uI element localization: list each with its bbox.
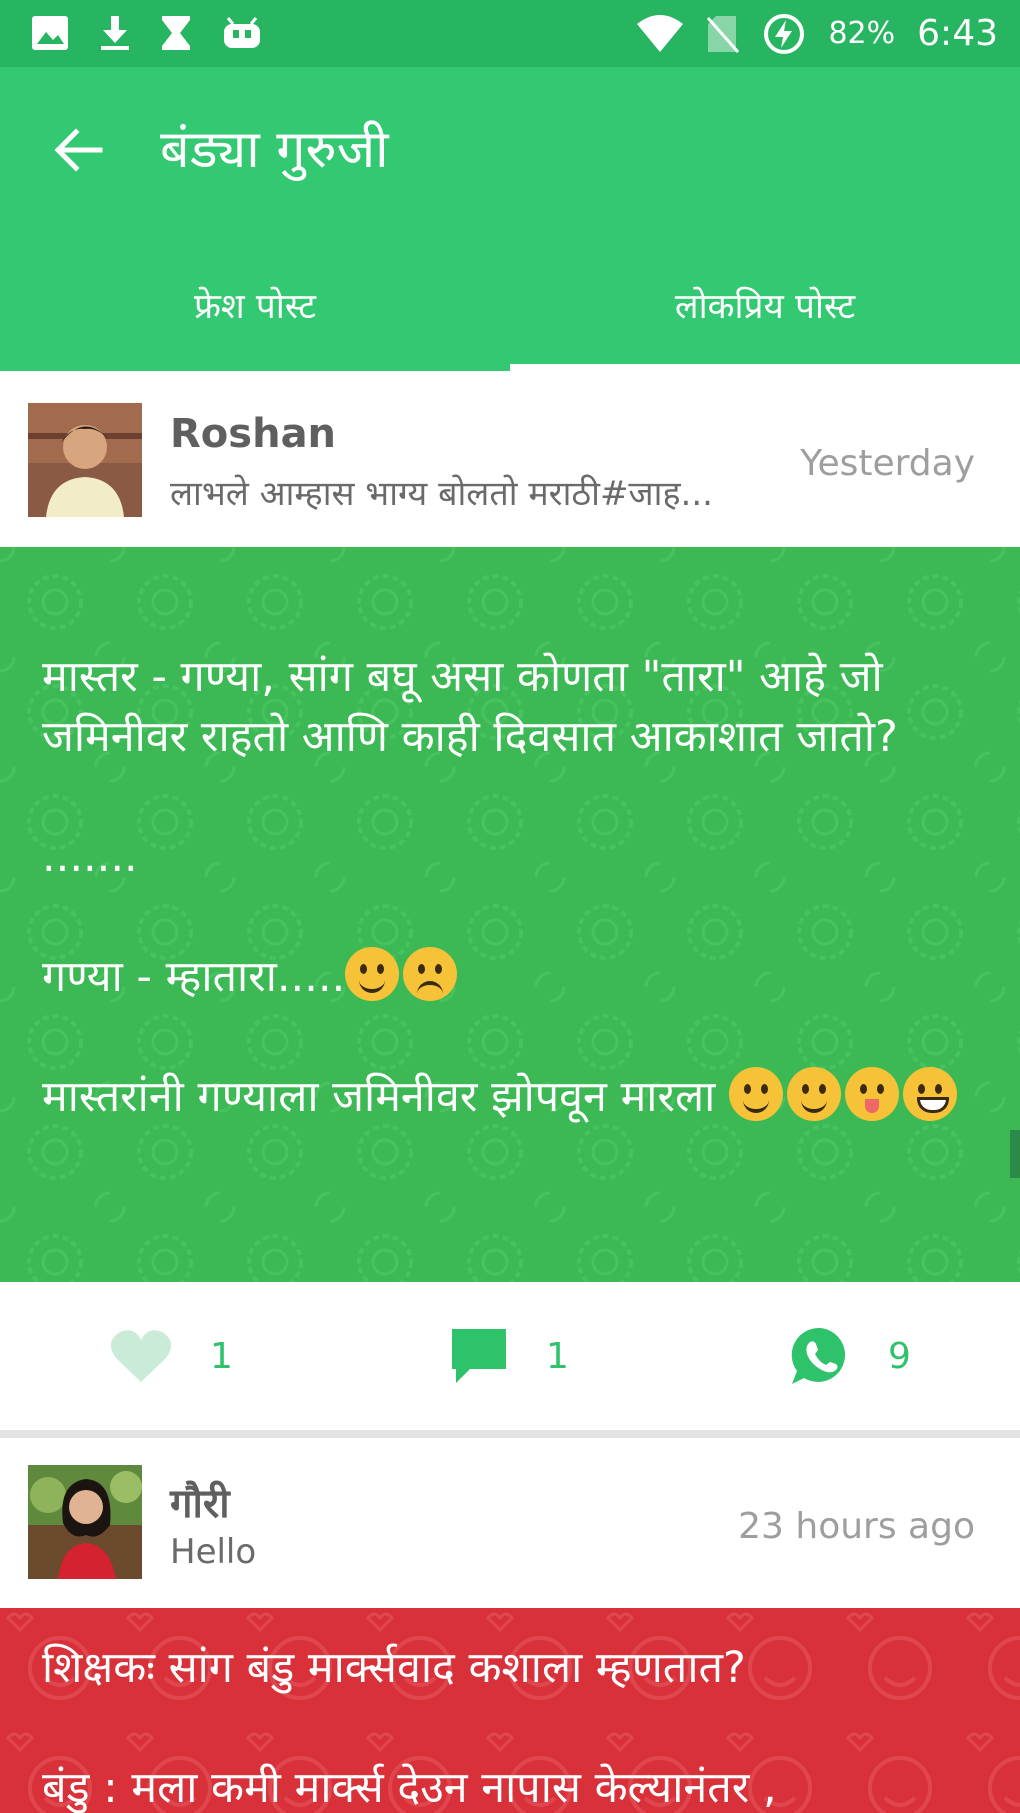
- hourglass-icon: [162, 16, 190, 50]
- image-icon: [32, 16, 68, 50]
- heart-icon: [110, 1330, 172, 1382]
- back-arrow-icon[interactable]: [52, 124, 104, 176]
- winking-tongue-face-icon: [844, 1067, 899, 1121]
- author-name: गौरी: [170, 1481, 230, 1527]
- status-time: 6:43: [917, 13, 998, 54]
- avatar[interactable]: [28, 1465, 142, 1579]
- whatsapp-icon: [791, 1327, 846, 1384]
- battery-percent: 82%: [828, 16, 896, 51]
- post-line: .......: [42, 832, 138, 882]
- post-excerpt: लाभले आम्हास भाग्य बोलतो मराठी#जाह...: [170, 474, 713, 514]
- smiling-face-icon: [786, 1067, 841, 1121]
- like-count: 1: [210, 1335, 233, 1377]
- comment-button[interactable]: 1: [450, 1282, 569, 1430]
- post-line: बंडु : मला कमी मार्क्स देउन नापास केल्या…: [42, 1763, 777, 1813]
- wifi-icon: [637, 14, 684, 52]
- author-name: Roshan: [170, 411, 337, 457]
- post-content[interactable]: शिक्षकः सांग बंडु मार्क्सवाद कशाला म्हणत…: [0, 1608, 1020, 1813]
- tab-fresh-posts[interactable]: फ्रेश पोस्ट: [0, 239, 510, 371]
- post-line: गण्या - म्हातारा.....: [42, 952, 346, 1002]
- post-line: मास्तरांनी गण्याला जमिनीवर झोपवून मारला: [42, 1072, 729, 1122]
- post-time: Yesterday: [800, 443, 975, 484]
- tab-selected-indicator: [510, 364, 1020, 371]
- android-icon: [224, 17, 260, 48]
- post-header[interactable]: Roshan लाभले आम्हास भाग्य बोलतो मराठी#जा…: [0, 371, 1020, 547]
- download-icon: [101, 16, 129, 50]
- post-time: 23 hours ago: [738, 1506, 975, 1547]
- status-bar: 82% 6:43: [0, 0, 1020, 67]
- post-line: शिक्षकः सांग बंडु मार्क्सवाद कशाला म्हणत…: [42, 1643, 746, 1693]
- sad-face-icon: [403, 947, 458, 1001]
- post-excerpt: Hello: [170, 1532, 257, 1572]
- post-divider: [0, 1430, 1020, 1438]
- post-line: मास्तर - गण्या, सांग बघू असा कोणता "तारा…: [42, 652, 898, 762]
- battery-charging-icon: [764, 13, 805, 54]
- post-header[interactable]: गौरी Hello 23 hours ago: [0, 1438, 1020, 1608]
- no-sim-icon: [707, 15, 740, 53]
- scrollbar-thumb[interactable]: [1010, 1130, 1020, 1178]
- app-bar: बंड्या गुरुजी: [0, 67, 1020, 239]
- tab-popular-posts[interactable]: लोकप्रिय पोस्ट: [510, 239, 1020, 371]
- whatsapp-share-button[interactable]: 9: [790, 1282, 911, 1430]
- page-title: बंड्या गुरुजी: [160, 120, 389, 180]
- like-button[interactable]: 1: [110, 1282, 233, 1430]
- comment-count: 1: [546, 1335, 569, 1377]
- post-actions: 1 1 9: [0, 1282, 1020, 1430]
- post-content[interactable]: मास्तर - गण्या, सांग बघू असा कोणता "तारा…: [0, 547, 1020, 1282]
- share-count: 9: [888, 1335, 911, 1377]
- comment-icon: [452, 1329, 506, 1383]
- avatar[interactable]: [28, 403, 142, 517]
- tab-bar: फ्रेश पोस्ट लोकप्रिय पोस्ट: [0, 239, 1020, 371]
- grinning-face-icon: [902, 1067, 957, 1121]
- slightly-smiling-face-icon: [345, 947, 400, 1001]
- winking-face-icon: [728, 1067, 783, 1121]
